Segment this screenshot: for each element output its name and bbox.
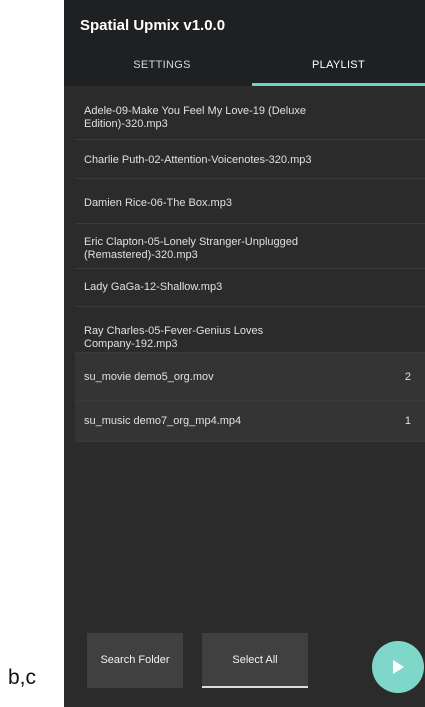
select-all-button[interactable]: Select All <box>202 633 308 688</box>
playlist-item-label: su_movie demo5_org.mov <box>84 371 214 383</box>
play-icon <box>393 660 404 674</box>
search-folder-button[interactable]: Search Folder <box>87 633 183 688</box>
playlist-item[interactable]: Ray Charles-05-Fever-Genius Loves Compan… <box>75 307 425 353</box>
playlist-item[interactable]: su_movie demo5_org.mov 2 <box>75 353 425 401</box>
playlist-item-label: Eric Clapton-05-Lonely Stranger-Unplugge… <box>84 236 299 261</box>
playlist-item-label: Adele-09-Make You Feel My Love-19 (Delux… <box>84 105 306 130</box>
playlist-item-label: Lady GaGa-12-Shallow.mp3 <box>84 281 223 293</box>
play-button[interactable] <box>372 641 424 693</box>
playlist-item[interactable]: Charlie Puth-02-Attention-Voicenotes-320… <box>75 140 425 179</box>
playlist-item-label: Charlie Puth-02-Attention-Voicenotes-320… <box>84 154 312 166</box>
queue-count: 1 <box>404 415 411 427</box>
playlist-item[interactable]: Damien Rice-06-The Box.mp3 <box>75 179 425 224</box>
playlist-item[interactable]: Eric Clapton-05-Lonely Stranger-Unplugge… <box>75 224 425 269</box>
playlist-item-label: Damien Rice-06-The Box.mp3 <box>84 197 232 209</box>
tab-settings[interactable]: SETTINGS <box>72 56 252 86</box>
playlist-item-label: Ray Charles-05-Fever-Genius Loves Compan… <box>84 325 264 350</box>
tab-playlist[interactable]: PLAYLIST <box>252 56 425 86</box>
playlist-item[interactable]: Adele-09-Make You Feel My Love-19 (Delux… <box>75 96 425 140</box>
app-bar: Spatial Upmix v1.0.0 SETTINGS PLAYLIST <box>64 0 425 86</box>
app-title: Spatial Upmix v1.0.0 <box>80 17 226 34</box>
figure-caption: b,c <box>8 666 37 689</box>
playlist-item[interactable]: su_music demo7_org_mp4.mp4 1 <box>75 401 425 442</box>
select-all-underline <box>202 686 308 688</box>
queue-count: 2 <box>404 371 411 383</box>
playlist-item-label: su_music demo7_org_mp4.mp4 <box>84 415 242 427</box>
active-tab-indicator <box>252 83 425 86</box>
app-screen: Spatial Upmix v1.0.0 SETTINGS PLAYLIST A… <box>64 0 425 707</box>
playlist-item[interactable]: Lady GaGa-12-Shallow.mp3 <box>75 269 425 307</box>
